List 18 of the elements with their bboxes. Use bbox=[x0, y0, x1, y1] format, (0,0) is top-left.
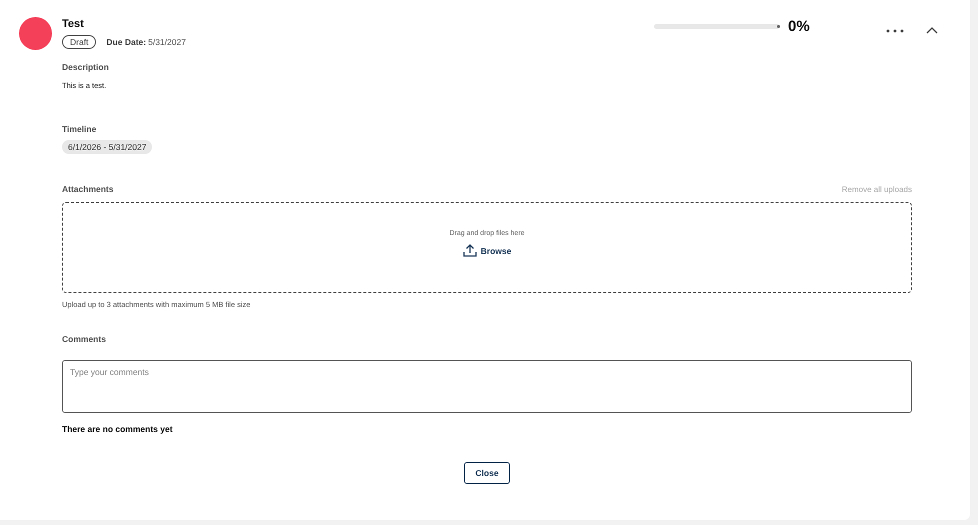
empty-comments-text: There are no comments yet bbox=[62, 424, 174, 434]
section-label: Comments bbox=[62, 334, 107, 344]
more-icon[interactable] bbox=[886, 29, 904, 33]
section-label: Description bbox=[62, 62, 110, 72]
upload-icon bbox=[462, 244, 477, 257]
due-date-value: 5/31/2027 bbox=[148, 37, 186, 47]
section-label: Attachments bbox=[62, 184, 114, 194]
due-date-label: Due Date: bbox=[106, 37, 146, 47]
chevron-up-icon[interactable] bbox=[926, 27, 938, 34]
status-badge: Draft bbox=[62, 35, 96, 49]
section-label: Timeline bbox=[62, 124, 98, 134]
date-range-chip: 6/1/2026 - 5/31/2027 bbox=[62, 140, 152, 154]
status-dot bbox=[19, 17, 52, 50]
progress-percent: 0% bbox=[788, 18, 810, 35]
item-title: Test bbox=[62, 18, 85, 30]
close-button[interactable]: Close bbox=[464, 462, 510, 484]
comment-field[interactable]: Type your comments bbox=[62, 360, 912, 413]
browse-link[interactable]: Browse bbox=[480, 246, 512, 256]
